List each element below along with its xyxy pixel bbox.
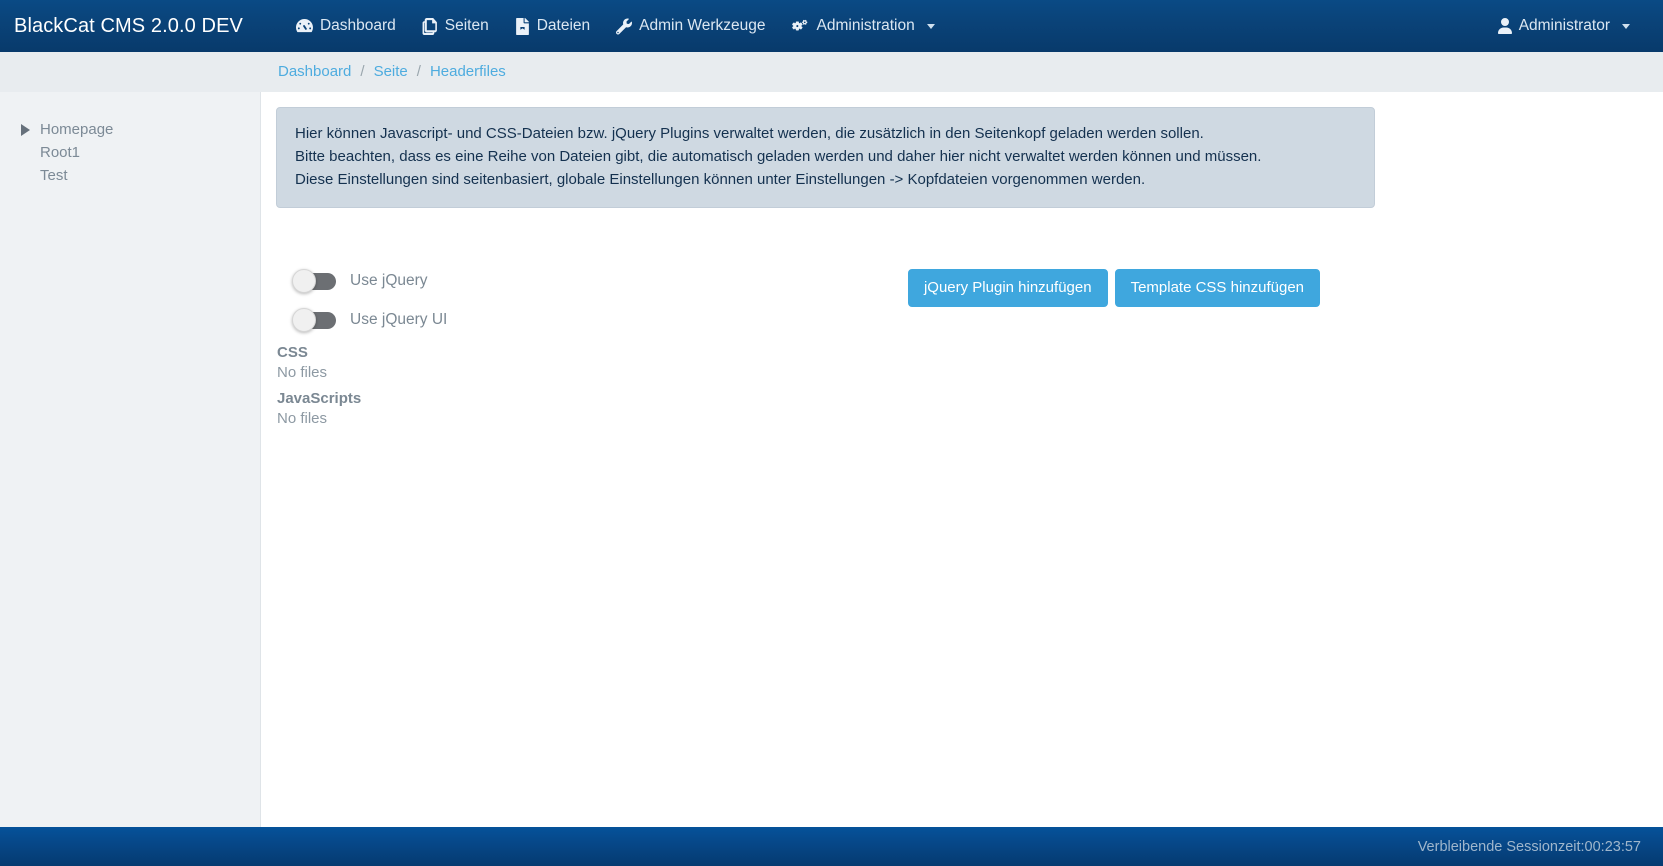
navbar-right: Administrator [1485,0,1663,52]
add-jquery-plugin-button[interactable]: jQuery Plugin hinzufügen [907,269,1108,307]
toggle-knob [292,268,316,293]
nav-item-user-menu[interactable]: Administrator [1485,0,1643,52]
wrench-icon [616,18,633,35]
main-nav: Dashboard Seiten Dateien Admin Werkzeuge [283,0,948,52]
nav-item-seiten[interactable]: Seiten [409,0,502,52]
file-sections: CSS No files JavaScripts No files [277,344,1663,427]
file-icon [515,17,530,35]
alert-line-1: Hier können Javascript- und CSS-Dateien … [295,125,1204,142]
user-icon [1497,18,1512,34]
page-tree: Homepage Root1 Test [0,92,260,187]
alert-line-3: Diese Einstellungen sind seitenbasiert, … [295,171,1146,188]
info-alert: Hier können Javascript- und CSS-Dateien … [276,107,1375,208]
nav-label: Admin Werkzeuge [639,17,766,34]
breadcrumb-bar: Dashboard / Seite / Headerfiles [0,52,1663,92]
dashboard-icon [295,18,313,35]
user-label: Administrator [1518,17,1610,34]
chevron-down-icon [926,23,935,29]
tree-item-label: Root1 [40,144,81,161]
tree-item-root1[interactable]: Root1 [0,141,260,164]
action-buttons: jQuery Plugin hinzufügen Template CSS hi… [907,269,1320,307]
use-jquery-ui-toggle[interactable] [292,307,336,332]
nav-item-admin-werkzeuge[interactable]: Admin Werkzeuge [603,0,778,52]
use-jquery-ui-label: Use jQuery UI [350,310,448,328]
session-timer: Verbleibende Sessionzeit:00:23:57 [1417,838,1641,855]
cogs-icon [791,18,810,35]
expand-triangle-icon[interactable] [12,123,38,136]
nav-label: Dateien [536,17,591,34]
nav-label: Administration [816,17,915,34]
brand-logo[interactable]: BlackCat CMS 2.0.0 DEV [14,15,243,38]
sidebar: Homepage Root1 Test [0,92,261,827]
breadcrumb-separator: / [360,63,365,80]
top-navbar: BlackCat CMS 2.0.0 DEV Dashboard Seiten … [0,0,1663,52]
chevron-down-icon [1622,23,1630,29]
tree-item-label: Test [40,167,68,184]
nav-item-dashboard[interactable]: Dashboard [283,0,409,52]
nav-item-administration[interactable]: Administration [779,0,948,52]
pages-icon [422,17,438,35]
main-content: Hier können Javascript- und CSS-Dateien … [261,92,1663,827]
nav-label: Dashboard [319,17,396,34]
css-section-title: CSS [277,344,308,361]
tree-item-test[interactable]: Test [0,164,260,187]
javascripts-section-empty: No files [277,410,328,427]
use-jquery-toggle[interactable] [292,268,336,293]
alert-line-2: Bitte beachten, dass es eine Reihe von D… [295,148,1262,165]
tree-item-homepage[interactable]: Homepage [0,118,260,141]
tree-item-label: Homepage [40,121,114,138]
add-template-css-button[interactable]: Template CSS hinzufügen [1114,269,1320,307]
breadcrumb-item-seite[interactable]: Seite [374,63,408,80]
breadcrumb-item-dashboard[interactable]: Dashboard [278,63,351,80]
breadcrumb-item-headerfiles[interactable]: Headerfiles [430,63,506,80]
css-section-empty: No files [277,364,328,381]
nav-label: Seiten [444,17,489,34]
use-jquery-label: Use jQuery [350,271,428,289]
nav-item-dateien[interactable]: Dateien [502,0,603,52]
toggle-knob [292,307,316,332]
footer-bar: Verbleibende Sessionzeit:00:23:57 [0,827,1663,866]
breadcrumb-separator: / [416,63,421,80]
breadcrumb: Dashboard / Seite / Headerfiles [278,63,506,80]
javascripts-section-title: JavaScripts [277,390,362,407]
headerfiles-panel: jQuery Plugin hinzufügen Template CSS hi… [261,261,1663,427]
